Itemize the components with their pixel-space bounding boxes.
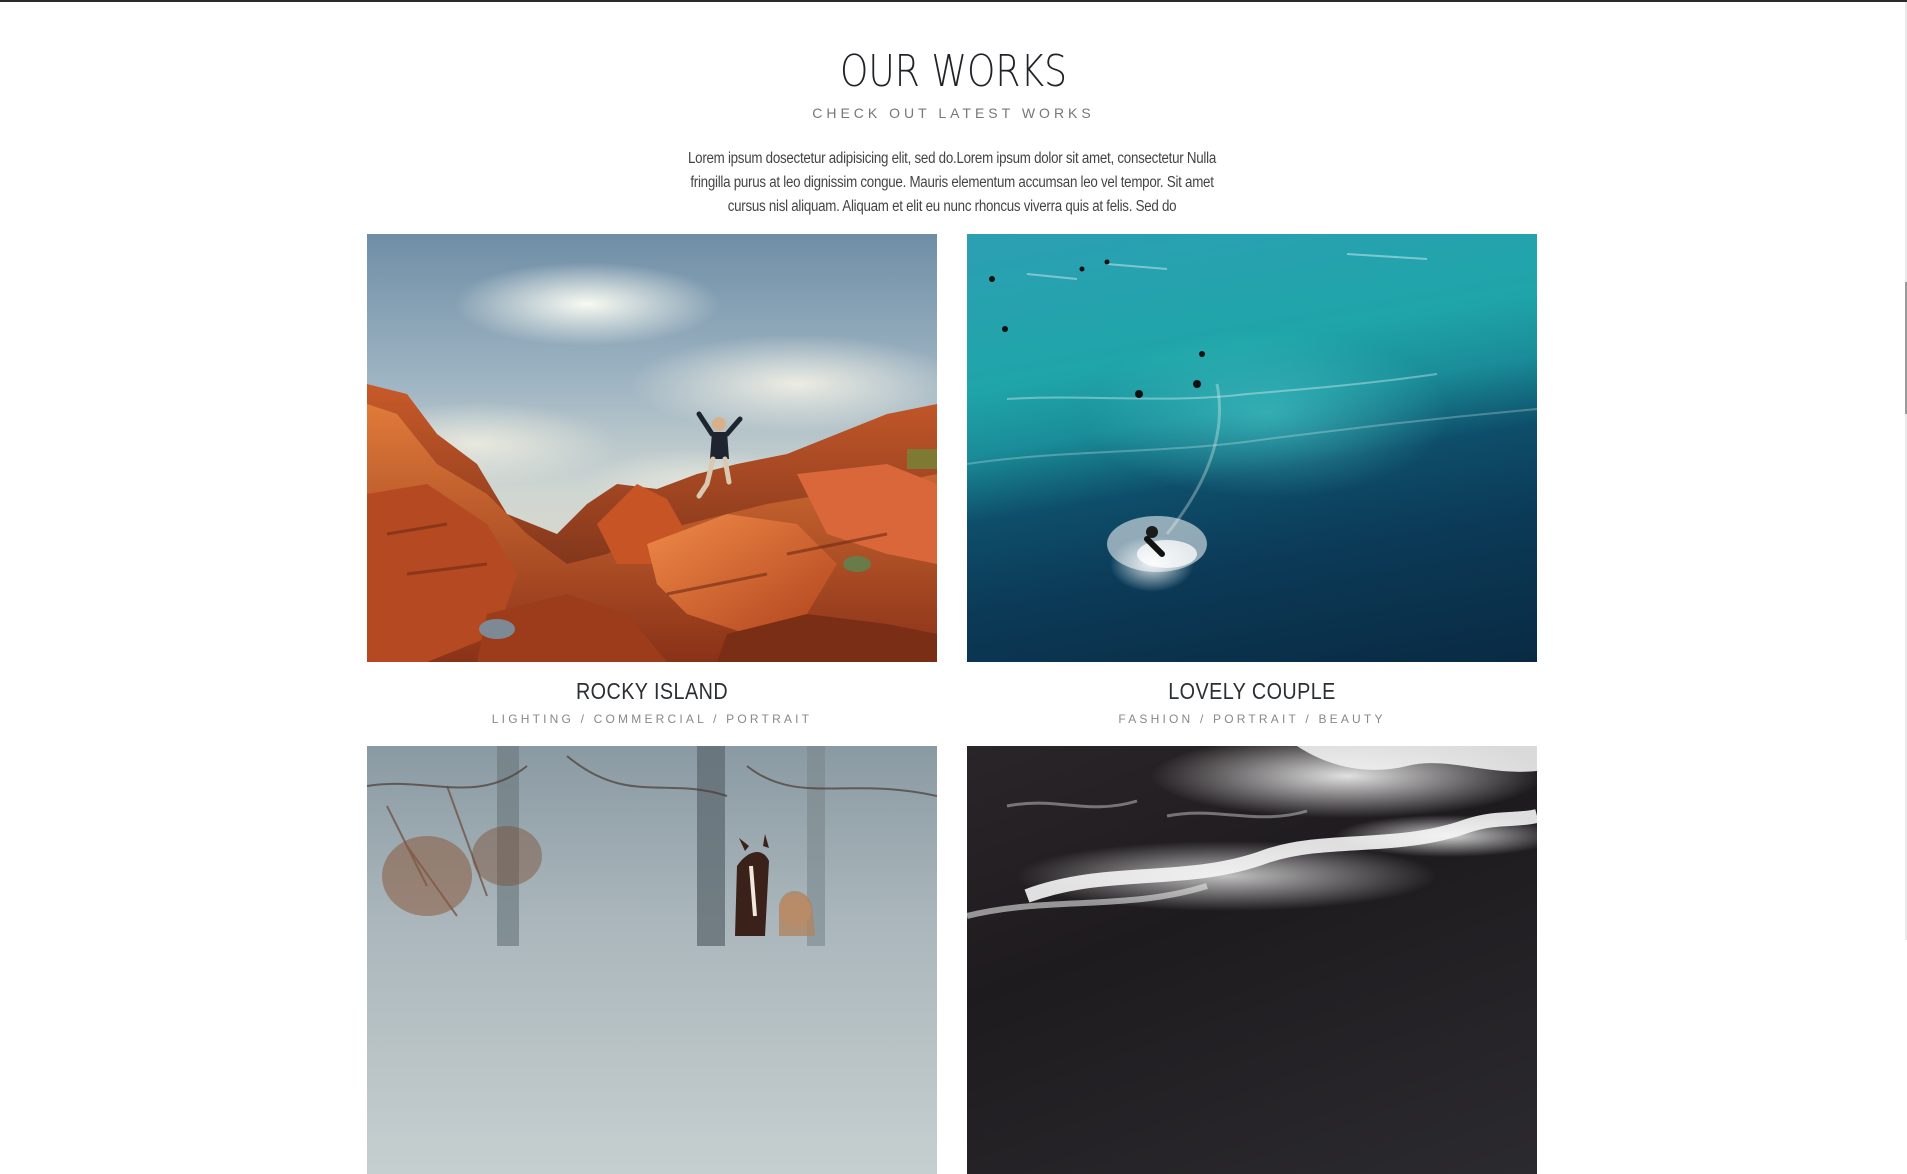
section-title: OUR WORKS [839, 46, 1068, 97]
top-border [0, 0, 1907, 2]
work-tags: LIGHTING / COMMERCIAL / PORTRAIT [491, 712, 813, 726]
canyon-rocks-illustration [367, 384, 937, 662]
waves-illustration [967, 746, 1537, 919]
work-title[interactable]: LOVELY COUPLE [1007, 678, 1497, 705]
work-image-ocean[interactable] [967, 234, 1537, 662]
work-card-dark-sea[interactable] [967, 746, 1537, 1174]
work-image-canyon[interactable] [367, 234, 937, 662]
section-intro: Lorem ipsum dosectetur adipisicing elit,… [688, 150, 1216, 215]
work-card-rocky-island[interactable]: ROCKY ISLAND LIGHTING / COMMERCIAL / POR… [367, 234, 937, 726]
work-card-forest-horse[interactable] [367, 746, 937, 1174]
forest-illustration [367, 746, 937, 946]
section-subtitle: CHECK OUT LATEST WORKS [812, 105, 1095, 121]
work-title[interactable]: ROCKY ISLAND [407, 678, 897, 705]
work-image-forest[interactable] [367, 746, 937, 1174]
work-tags: FASHION / PORTRAIT / BEAUTY [1118, 712, 1386, 726]
work-image-dark-sea[interactable] [967, 746, 1537, 1174]
surfers-illustration [967, 253, 1537, 572]
work-card-lovely-couple[interactable]: LOVELY COUPLE FASHION / PORTRAIT / BEAUT… [967, 234, 1537, 726]
